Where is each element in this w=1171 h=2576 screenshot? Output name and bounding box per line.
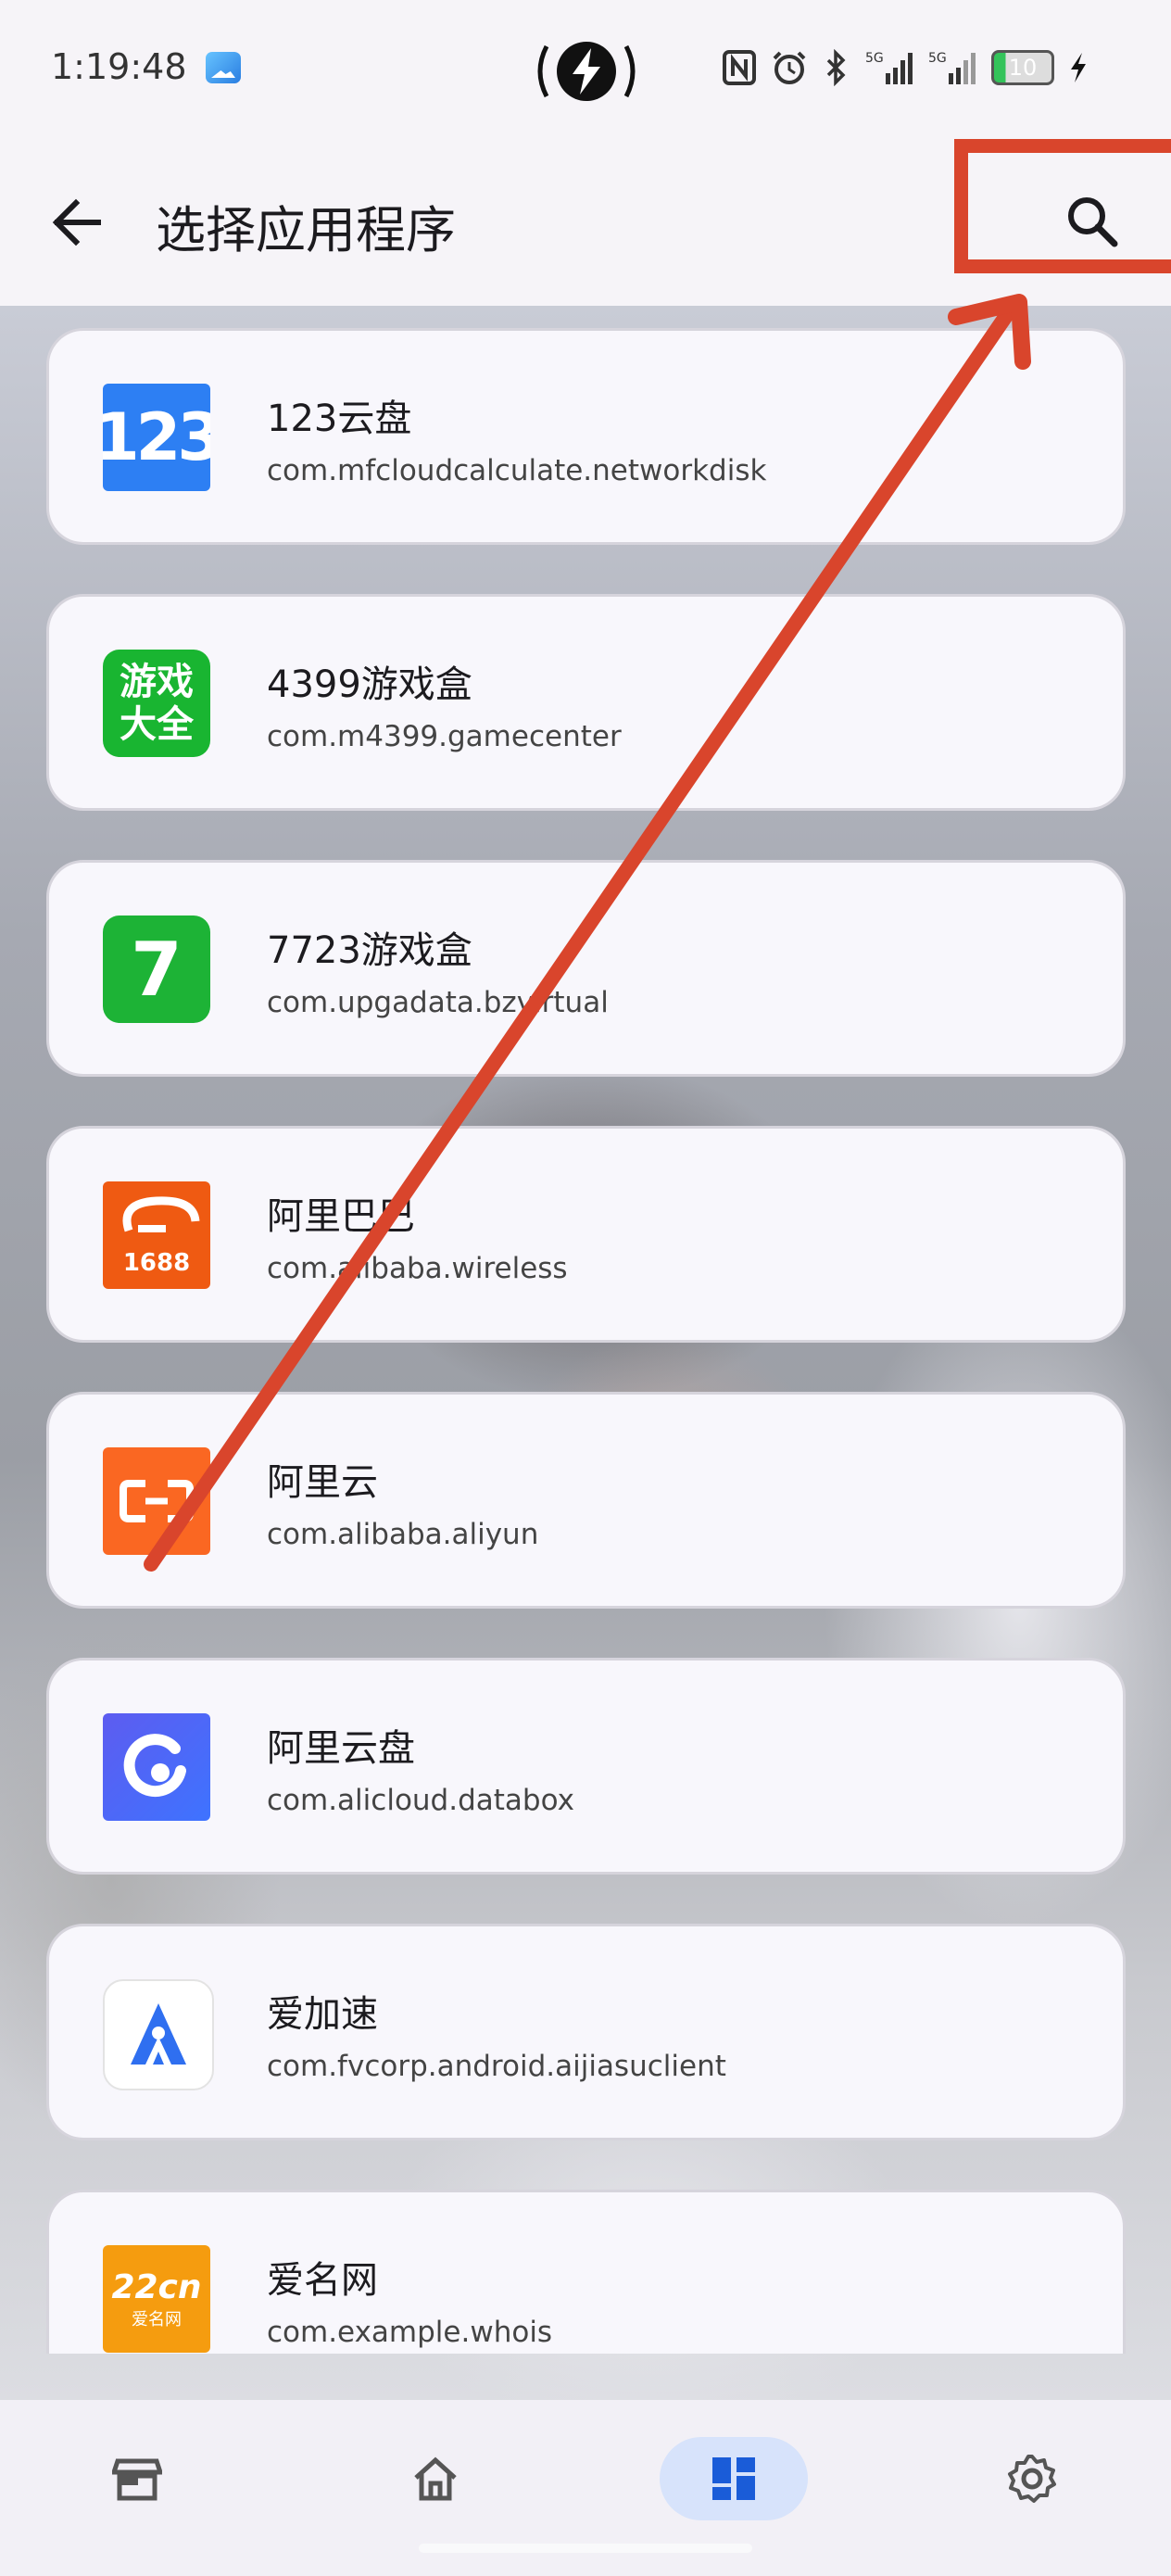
settings-icon (1008, 2455, 1056, 2503)
page-title: 选择应用程序 (156, 201, 456, 259)
aliyun-icon (103, 1447, 210, 1555)
app-package: com.alibaba.aliyun (267, 1518, 539, 1551)
flash-icon (537, 42, 636, 101)
app-badge: 1688 (122, 1249, 191, 1277)
alicloud-disk-icon (103, 1713, 210, 1821)
list-item[interactable]: 22cn 爱名网 爱名网 com.example.whois (46, 2190, 1126, 2354)
nav-dashboard[interactable] (660, 2437, 808, 2520)
alibaba-logo-icon (122, 1196, 200, 1232)
annotation-highlight-box (954, 139, 1171, 273)
app-name: 4399游戏盒 (267, 663, 472, 706)
app-badge: 7 (131, 926, 183, 1013)
app-name: 阿里云 (267, 1461, 378, 1504)
app-package: com.mfcloudcalculate.networkdisk (267, 454, 767, 487)
gallery-icon (206, 52, 241, 83)
app-name: 123云盘 (267, 398, 412, 440)
app-name: 阿里巴巴 (267, 1195, 415, 1238)
app-badge: 22cn (111, 2267, 202, 2306)
app-package: com.example.whois (267, 2316, 553, 2349)
app-package: com.upgadata.bzvirtual (267, 986, 609, 1019)
app-name: 爱加速 (267, 1993, 378, 2036)
rocket-logo-icon (131, 2003, 186, 2065)
battery-icon: 10 (991, 50, 1054, 85)
nfc-icon (723, 50, 756, 85)
alarm-icon (773, 51, 806, 84)
status-icons: 5G 5G 10 (723, 44, 1088, 91)
status-time: 1:19:48 (51, 46, 187, 87)
app-badge: 123 (103, 399, 210, 475)
aiming-icon: 22cn 爱名网 (103, 2245, 210, 2353)
store-icon (112, 2458, 162, 2501)
app-list[interactable]: 123 123云盘 com.mfcloudcalculate.networkdi… (0, 306, 1171, 2354)
alicloud-disk-logo-icon (123, 1734, 186, 1798)
svg-text:5G: 5G (865, 51, 884, 66)
app-name: 阿里云盘 (267, 1727, 415, 1770)
alibaba-1688-icon: 1688 (103, 1181, 210, 1289)
7723-game-icon: 7 (103, 915, 210, 1023)
list-item[interactable]: 爱加速 com.fvcorp.android.aijiasuclient (46, 1924, 1126, 2140)
svg-text:5G: 5G (928, 51, 947, 66)
signal-5g-icon: 5G (865, 51, 913, 84)
app-badge-sub: 爱名网 (132, 2309, 182, 2330)
bottom-navigation (0, 2400, 1171, 2576)
list-item[interactable]: 123 123云盘 com.mfcloudcalculate.networkdi… (46, 328, 1126, 545)
app-package: com.alibaba.wireless (267, 1252, 568, 1285)
app-name: 爱名网 (267, 2259, 378, 2302)
123-cloud-icon: 123 (103, 384, 210, 491)
list-item[interactable]: 游戏大全 4399游戏盒 com.m4399.gamecenter (46, 594, 1126, 811)
list-item[interactable]: 阿里云盘 com.alicloud.databox (46, 1658, 1126, 1875)
app-package: com.m4399.gamecenter (267, 720, 622, 753)
list-item[interactable]: 7 7723游戏盒 com.upgadata.bzvirtual (46, 860, 1126, 1077)
back-arrow-icon[interactable] (48, 190, 113, 255)
nav-settings[interactable] (958, 2437, 1106, 2520)
app-package: com.fvcorp.android.aijiasuclient (267, 2050, 726, 2083)
dashboard-icon (712, 2457, 755, 2500)
app-package: com.alicloud.databox (267, 1784, 574, 1817)
bluetooth-icon (826, 49, 846, 86)
aliyun-logo-icon (120, 1480, 194, 1522)
list-item[interactable]: 1688 阿里巴巴 com.alibaba.wireless (46, 1126, 1126, 1343)
status-bar: 1:19:48 5G 5G 10 (0, 0, 1171, 139)
4399-game-icon: 游戏大全 (103, 650, 210, 757)
aijiasu-icon (103, 1979, 214, 2090)
app-badge: 游戏大全 (120, 661, 194, 746)
gesture-bar[interactable] (419, 2544, 752, 2553)
app-name: 7723游戏盒 (267, 929, 472, 972)
charging-icon (1071, 53, 1086, 82)
list-item[interactable]: 阿里云 com.alibaba.aliyun (46, 1392, 1126, 1609)
nav-store[interactable] (63, 2437, 211, 2520)
home-icon (414, 2456, 457, 2501)
nav-home[interactable] (361, 2437, 510, 2520)
signal-5g-icon: 5G (928, 51, 976, 84)
